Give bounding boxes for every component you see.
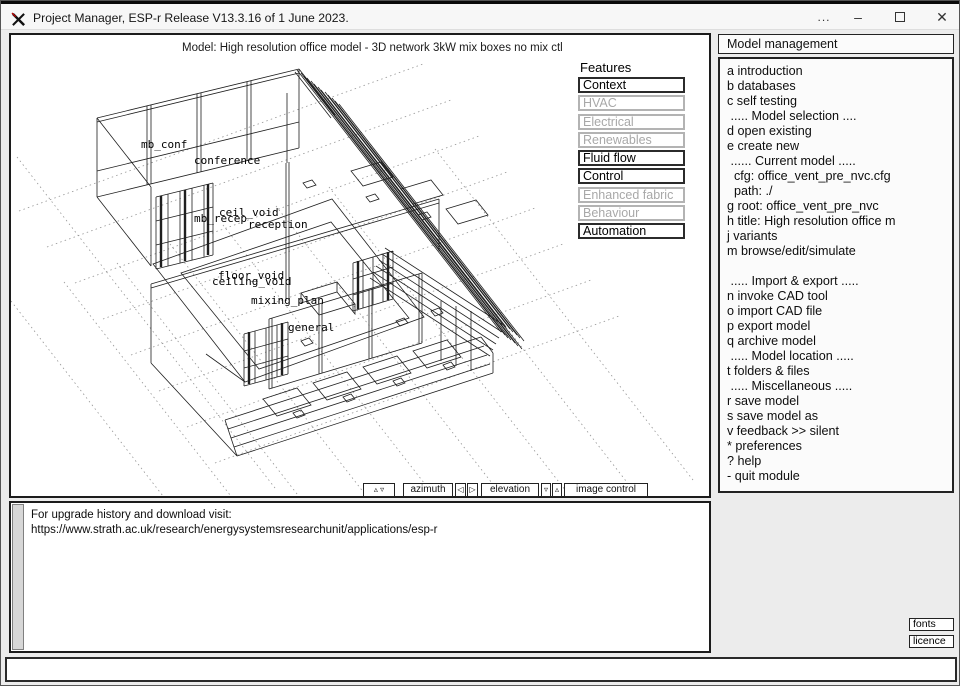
feature-button-control[interactable]: Control (578, 168, 685, 184)
menu-item[interactable]: t folders & files (727, 364, 952, 379)
menu-item[interactable]: p export model (727, 319, 952, 334)
feedback-area: For upgrade history and download visit:h… (9, 501, 711, 653)
x11-app-icon (11, 12, 26, 27)
menu-item[interactable]: o import CAD file (727, 304, 952, 319)
pitch-buttons[interactable]: ▵ ▿ (363, 483, 395, 497)
menu-info-line: path: ./ (727, 184, 952, 199)
menu-info-line: ..... Model selection .... (727, 109, 952, 124)
menu-item[interactable]: n invoke CAD tool (727, 289, 952, 304)
menu-item[interactable]: q archive model (727, 334, 952, 349)
feature-button-renewables: Renewables (578, 132, 685, 148)
menu-item[interactable]: a introduction (727, 64, 952, 79)
menu-item[interactable]: g root: office_vent_pre_nvc (727, 199, 952, 214)
menu-item[interactable]: j variants (727, 229, 952, 244)
app-window: Project Manager, ESP-r Release V13.3.16 … (0, 0, 960, 686)
zone-labels: mb_confconferenceceil_voidmb_receprecept… (141, 138, 334, 334)
feature-button-automation[interactable]: Automation (578, 223, 685, 239)
menu-item[interactable]: b databases (727, 79, 952, 94)
feature-button-electrical: Electrical (578, 114, 685, 130)
feature-button-enhanced-fabric: Enhanced fabric (578, 187, 685, 203)
menu-info-line: ..... Import & export ..... (727, 274, 952, 289)
elevation-button[interactable]: elevation (481, 483, 539, 497)
features-panel: Features Context HVAC Electrical Renewables… (578, 60, 688, 242)
feedback-scrollbar[interactable] (12, 504, 24, 650)
menu-item[interactable]: c self testing (727, 94, 952, 109)
building-wireframe (97, 69, 524, 456)
status-bar (5, 657, 957, 682)
menu-item[interactable]: v feedback >> silent (727, 424, 952, 439)
menu-info-line (727, 259, 952, 274)
window-close-button[interactable]: ✕ (925, 6, 959, 28)
menu-item[interactable]: h title: High resolution office m (727, 214, 952, 229)
menu-info-line: cfg: office_vent_pre_nvc.cfg (727, 169, 952, 184)
window-minimize-button[interactable]: – (841, 6, 875, 28)
menu-item[interactable]: m browse/edit/simulate (727, 244, 952, 259)
licence-button[interactable]: licence (909, 635, 954, 648)
menu-item[interactable]: s save model as (727, 409, 952, 424)
rotate-right-button[interactable]: ▷ (467, 483, 478, 497)
model-caption: Model: High resolution office model - 3D… (182, 42, 563, 54)
elevation-down-button[interactable]: ▿ (541, 483, 551, 497)
menu-item[interactable]: e create new (727, 139, 952, 154)
window-more-button[interactable]: ... (807, 6, 841, 28)
features-title: Features (580, 60, 688, 75)
title-bar: Project Manager, ESP-r Release V13.3.16 … (1, 4, 960, 30)
elevation-up-button[interactable]: ▵ (552, 483, 562, 497)
window-title: Project Manager, ESP-r Release V13.3.16 … (33, 11, 349, 25)
feature-button-fluid-flow[interactable]: Fluid flow (578, 150, 685, 166)
zone-label: mb_recep (194, 212, 247, 225)
feedback-line: For upgrade history and download visit: (31, 508, 438, 523)
menu-item[interactable]: ? help (727, 454, 952, 469)
zone-label: ceiling_void (212, 275, 291, 288)
menu-item[interactable]: * preferences (727, 439, 952, 454)
feedback-text: For upgrade history and download visit:h… (31, 508, 438, 538)
rotate-left-button[interactable]: ◁ (455, 483, 466, 497)
window-maximize-button[interactable] (883, 6, 917, 28)
menu-item[interactable]: d open existing (727, 124, 952, 139)
fonts-button[interactable]: fonts (909, 618, 954, 631)
menu-info-line: ..... Model location ..... (727, 349, 952, 364)
azimuth-button[interactable]: azimuth (403, 483, 453, 497)
menu-item[interactable]: - quit module (727, 469, 952, 484)
zone-label: mixing_plan (251, 294, 324, 307)
zone-label: reception (248, 218, 308, 231)
feature-button-behaviour: Behaviour (578, 205, 685, 221)
zone-label: mb_conf (141, 138, 187, 151)
model-graphics-canvas: mb_confconferenceceil_voidmb_receprecept… (9, 33, 711, 498)
feature-button-context[interactable]: Context (578, 77, 685, 93)
feature-button-hvac: HVAC (578, 95, 685, 111)
model-management-menu: a introductionb databasesc self testing … (718, 57, 954, 493)
menu-item[interactable]: r save model (727, 394, 952, 409)
model-management-header: Model management (718, 34, 954, 54)
menu-info-line: ..... Miscellaneous ..... (727, 379, 952, 394)
maximize-icon (895, 12, 905, 22)
feedback-line: https://www.strath.ac.uk/research/energy… (31, 523, 438, 538)
zone-label: general (288, 321, 334, 334)
image-control-button[interactable]: image control (564, 483, 648, 497)
zone-label: conference (194, 154, 260, 167)
menu-info-line: ...... Current model ..... (727, 154, 952, 169)
